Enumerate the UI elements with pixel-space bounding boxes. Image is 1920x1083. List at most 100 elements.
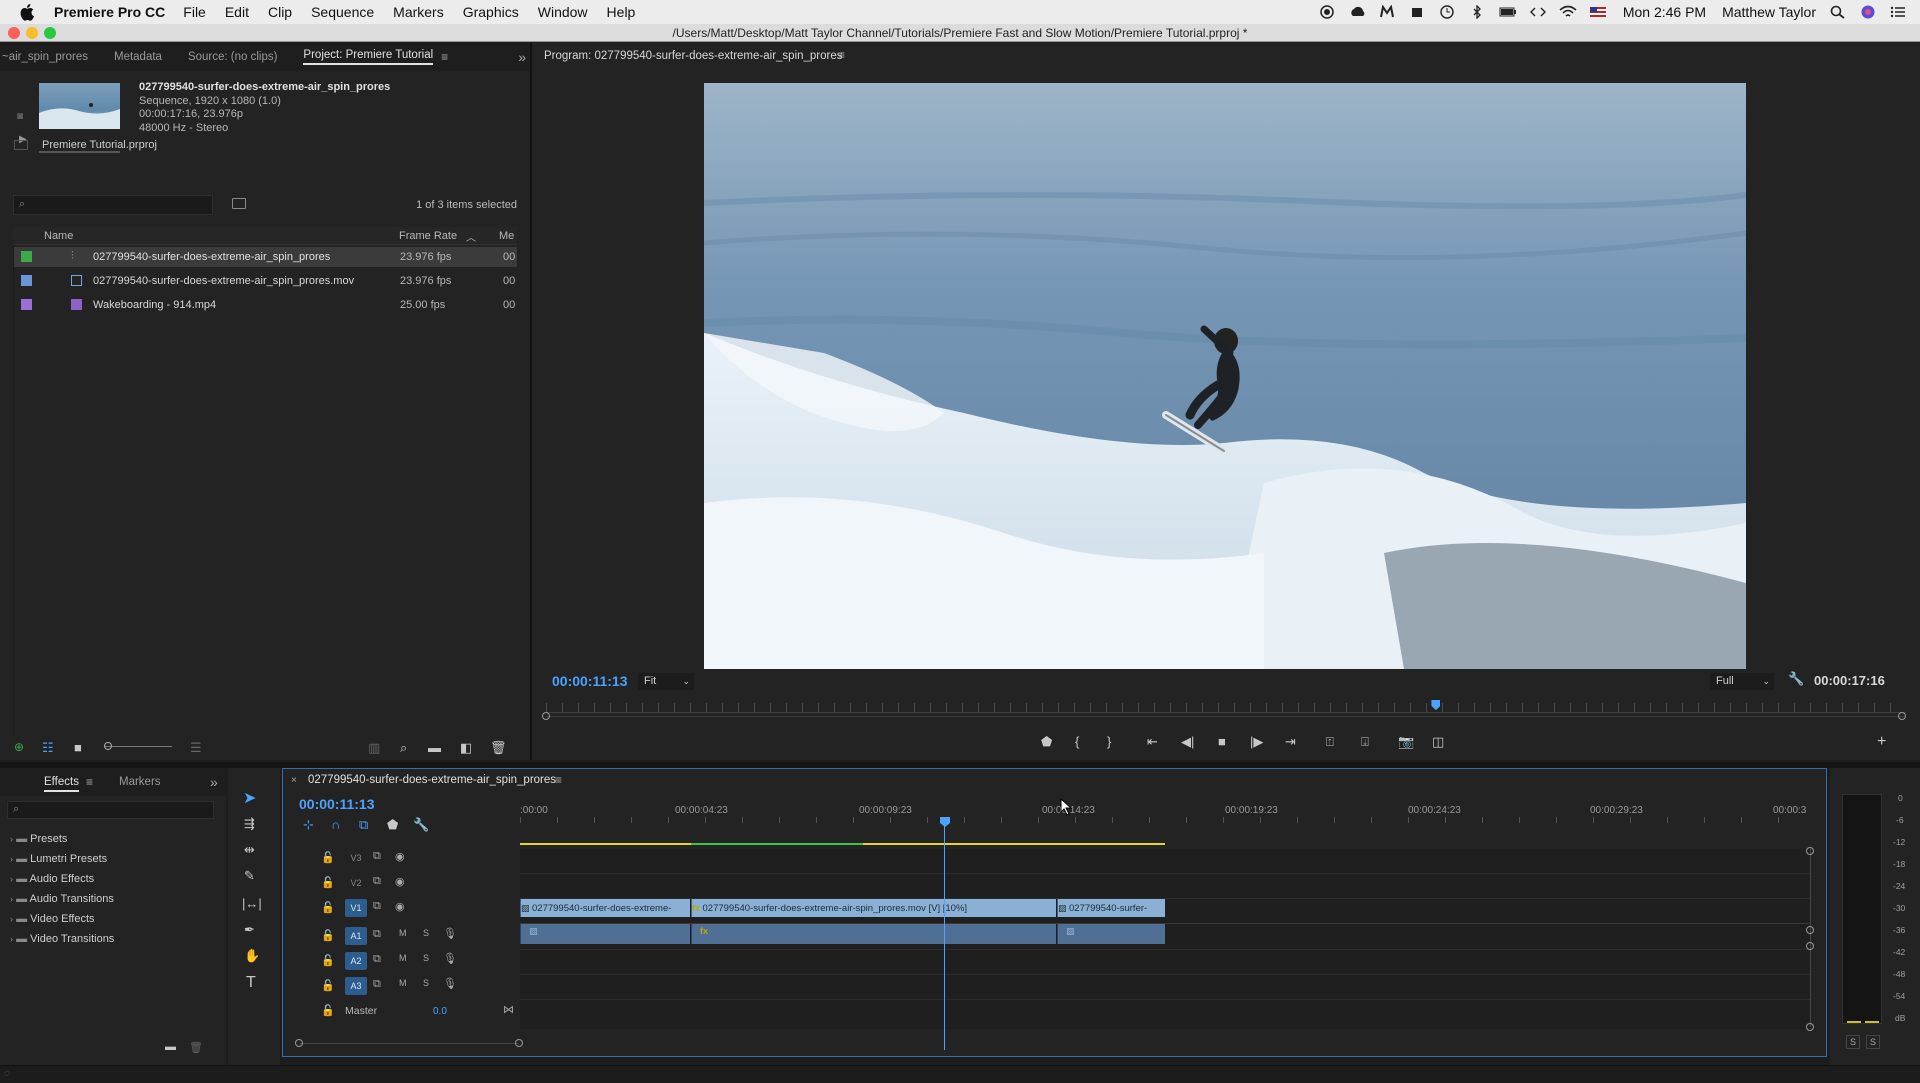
voice-over-mic-icon[interactable]: 🎙 — [443, 927, 457, 940]
extract-icon[interactable]: ⍗ — [1361, 734, 1369, 750]
track-lock-icon[interactable]: 🔓 — [321, 979, 335, 992]
battery-icon[interactable] — [1499, 5, 1516, 19]
track-target-v1[interactable]: V1 — [345, 899, 367, 917]
panel-menu-icon[interactable]: ≡ — [86, 775, 93, 789]
sync-lock-icon[interactable]: ⧉ — [373, 875, 381, 888]
track-target-a1[interactable]: A1 — [345, 927, 367, 945]
new-custom-bin-icon[interactable]: ▬ — [165, 1041, 176, 1053]
export-frame-camera-icon[interactable]: 📷 — [1398, 734, 1414, 750]
scroll-handle[interactable] — [1806, 847, 1814, 855]
stop-icon[interactable]: ■ — [1218, 734, 1226, 749]
solo-track-button[interactable]: S — [423, 953, 429, 963]
linked-selection-icon[interactable]: ⧉ — [359, 817, 368, 833]
solo-track-button[interactable]: S — [423, 978, 429, 988]
timeline-ruler[interactable]: :00:00 00:00:04:23 00:00:09:23 00:00:14:… — [520, 803, 1810, 825]
menu-sequence[interactable]: Sequence — [311, 4, 374, 20]
zoom-handle-right[interactable] — [1898, 712, 1906, 720]
toggle-track-output-eye-icon[interactable]: ◉ — [395, 850, 405, 863]
new-search-bin-icon[interactable] — [232, 198, 246, 209]
video-clip[interactable]: fx 027799540-surfer-does-extreme-air-spi… — [691, 899, 1056, 917]
new-item-icon[interactable]: ◧ — [460, 740, 472, 756]
audio-clip[interactable]: ▨ — [520, 924, 690, 944]
effects-folder-presets[interactable]: › ▬ Presets — [10, 829, 114, 849]
zoom-handle-left[interactable] — [295, 1039, 303, 1047]
sync-lock-icon[interactable]: ⧉ — [373, 978, 381, 991]
menu-file[interactable]: File — [183, 4, 206, 20]
effects-folder-video-effects[interactable]: › ▬ Video Effects — [10, 909, 114, 929]
effects-folder-video-transitions[interactable]: › ▬ Video Transitions — [10, 929, 114, 949]
zoom-handle-left[interactable] — [542, 712, 550, 720]
extension-icon[interactable] — [1409, 5, 1425, 19]
track-target-v2[interactable]: V2 — [345, 874, 367, 892]
track-target-v3[interactable]: V3 — [345, 849, 367, 867]
zoom-slider[interactable] — [104, 746, 172, 747]
razor-tool-icon[interactable]: ✎ — [244, 868, 255, 884]
mute-track-button[interactable]: M — [399, 978, 407, 988]
scroll-handle[interactable] — [1806, 942, 1814, 950]
spotlight-search-icon[interactable] — [1830, 5, 1846, 19]
track-lock-icon[interactable]: 🔓 — [321, 954, 335, 967]
zoom-window-button[interactable] — [44, 27, 56, 39]
siri-icon[interactable] — [1860, 5, 1876, 19]
track-target-a3[interactable]: A3 — [345, 977, 367, 995]
step-back-icon[interactable]: ◀| — [1181, 734, 1194, 750]
zoom-slider-handle[interactable] — [104, 742, 112, 750]
audio-clip[interactable]: ▨ — [1057, 924, 1165, 944]
slip-tool-icon[interactable]: |↔| — [242, 896, 262, 911]
creative-cloud-icon[interactable] — [1349, 5, 1365, 19]
sync-lock-icon[interactable]: ⧉ — [373, 953, 381, 966]
voice-over-mic-icon[interactable]: 🎙 — [443, 977, 457, 990]
solo-left-button[interactable]: S — [1846, 1035, 1860, 1049]
new-bin-icon[interactable]: ▬ — [428, 740, 441, 755]
trash-icon[interactable]: 🗑 — [490, 740, 507, 756]
fit-select[interactable]: Fit ⌄ — [638, 673, 694, 690]
wifi-icon[interactable] — [1559, 5, 1577, 19]
app-menu[interactable]: Premiere Pro CC — [54, 4, 165, 20]
timeline-timecode[interactable]: 00:00:11:13 — [299, 796, 375, 812]
panel-menu-icon[interactable]: ≡ — [838, 48, 845, 62]
scroll-handle[interactable] — [1806, 926, 1814, 934]
sort-icons-icon[interactable]: ☰ — [190, 740, 202, 756]
tab-effects[interactable]: Effects — [44, 776, 79, 792]
automate-to-sequence-icon[interactable]: ▥ — [368, 740, 380, 756]
find-icon[interactable]: ⌕ — [400, 740, 407, 756]
thumbnail-scrub-bar[interactable] — [39, 151, 120, 153]
malwarebytes-icon[interactable] — [1379, 4, 1395, 19]
timeline-settings-wrench-icon[interactable]: 🔧 — [413, 817, 429, 833]
go-to-end-icon[interactable]: ⋈ — [503, 1003, 514, 1016]
project-list-area[interactable] — [13, 245, 517, 763]
project-search-input[interactable]: ⌕ — [13, 195, 213, 215]
vertical-scrollbar[interactable] — [1810, 849, 1811, 1027]
track-lock-icon[interactable]: 🔓 — [321, 929, 335, 942]
track-lock-icon[interactable]: 🔓 — [321, 876, 335, 889]
us-flag-icon[interactable] — [1589, 5, 1606, 19]
column-media[interactable]: Me — [499, 230, 514, 242]
preview-thumbnail[interactable] — [39, 83, 120, 129]
add-marker-icon[interactable]: ⬟ — [387, 817, 398, 833]
icon-view-icon[interactable]: ■ — [74, 740, 82, 755]
effects-folder-audio-effects[interactable]: › ▬ Audio Effects — [10, 869, 114, 889]
effects-search-input[interactable]: ⌕ — [7, 801, 214, 819]
mute-track-button[interactable]: M — [399, 953, 407, 963]
program-monitor-title[interactable]: Program: 027799540-surfer-does-extreme-a… — [544, 50, 843, 62]
lock-icon[interactable]: ⊕ — [14, 740, 24, 754]
track-lock-icon[interactable]: 🔓 — [321, 901, 335, 914]
program-video-frame[interactable] — [704, 83, 1746, 669]
effects-folder-audio-transitions[interactable]: › ▬ Audio Transitions — [10, 889, 114, 909]
mark-in-icon[interactable]: { — [1075, 734, 1079, 749]
toggle-track-output-eye-icon[interactable]: ◉ — [395, 875, 405, 888]
button-editor-plus-icon[interactable]: + — [1877, 733, 1886, 751]
go-to-in-icon[interactable]: ⇤ — [1147, 734, 1158, 750]
solo-track-button[interactable]: S — [423, 928, 429, 938]
apple-icon[interactable] — [18, 2, 38, 22]
column-name[interactable]: Name — [44, 230, 73, 242]
audio-clip[interactable]: fx — [691, 924, 1056, 944]
menu-graphics[interactable]: Graphics — [463, 4, 519, 20]
track-target-a2[interactable]: A2 — [345, 952, 367, 970]
add-marker-icon[interactable]: ⬟ — [1041, 734, 1052, 750]
time-machine-icon[interactable] — [1439, 5, 1455, 19]
menu-window[interactable]: Window — [538, 4, 588, 20]
sync-lock-icon[interactable]: ⧉ — [373, 900, 381, 913]
scroll-handle[interactable] — [1806, 1023, 1814, 1031]
hand-tool-icon[interactable]: ✋ — [244, 948, 260, 964]
